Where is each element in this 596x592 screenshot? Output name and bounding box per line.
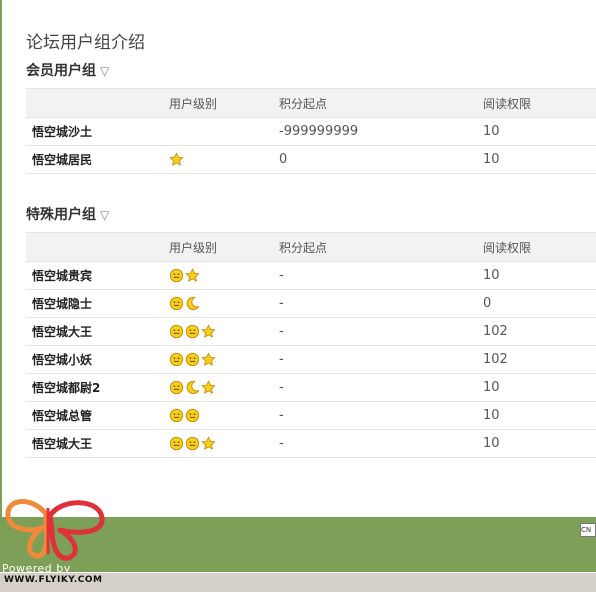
- read-permission: 102: [483, 317, 596, 346]
- points-start: 0: [279, 145, 483, 174]
- left-border: [0, 0, 2, 517]
- header-read-permission: 阅读权限: [483, 232, 596, 262]
- special-group-table: 用户级别 积分起点 阅读权限 悟空城贵宾 -10 悟空城隐士 -0 悟空城大王 -102 悟…: [26, 232, 596, 458]
- sun-icon: [169, 436, 184, 451]
- sun-icon: [185, 408, 200, 423]
- language-button[interactable]: CN: [580, 523, 596, 537]
- read-permission: 10: [483, 145, 596, 174]
- group-level-icons: [169, 401, 279, 430]
- sun-icon: [169, 324, 184, 339]
- table-row: 悟空城大王 -10: [26, 429, 596, 458]
- star-icon: [201, 352, 216, 367]
- member-group-title: 会员用户组: [26, 63, 96, 79]
- collapse-triangle-icon[interactable]: ▽: [100, 208, 109, 222]
- group-level-icons: [169, 117, 279, 146]
- star-icon: [185, 268, 200, 283]
- group-name: 悟空城沙土: [26, 117, 169, 146]
- sun-icon: [185, 436, 200, 451]
- site-url-text: WWW.FLYIKY.COM: [4, 575, 103, 585]
- group-level-icons: [169, 145, 279, 174]
- table-row: 悟空城沙土 -999999999 10: [26, 117, 596, 146]
- group-name: 悟空城隐士: [26, 289, 169, 318]
- member-group-table: 用户级别 积分起点 阅读权限 悟空城沙土 -999999999 10 悟空城居民 0 10: [26, 88, 596, 174]
- header-level: 用户级别: [169, 232, 279, 262]
- group-name: 悟空城都尉2: [26, 373, 169, 402]
- group-name: 悟空城小妖: [26, 345, 169, 374]
- read-permission: 102: [483, 345, 596, 374]
- points-start: -999999999: [279, 117, 483, 146]
- header-read-permission: 阅读权限: [483, 88, 596, 118]
- special-group-heading: 特殊用户组 ▽: [26, 204, 109, 224]
- table-row: 悟空城贵宾 -10: [26, 261, 596, 290]
- star-icon: [201, 436, 216, 451]
- table-row: 悟空城总管 -10: [26, 401, 596, 430]
- table-row: 悟空城大王 -102: [26, 317, 596, 346]
- sun-icon: [169, 352, 184, 367]
- group-name: 悟空城大王: [26, 429, 169, 458]
- group-name: 悟空城总管: [26, 401, 169, 430]
- header-level: 用户级别: [169, 88, 279, 118]
- sun-icon: [169, 296, 184, 311]
- points-start: -: [279, 261, 483, 290]
- star-icon: [201, 324, 216, 339]
- points-start: -: [279, 429, 483, 458]
- read-permission: 10: [483, 401, 596, 430]
- star-icon: [201, 380, 216, 395]
- points-start: -: [279, 373, 483, 402]
- points-start: -: [279, 401, 483, 430]
- read-permission: 0: [483, 289, 596, 318]
- table-header-row: 用户级别 积分起点 阅读权限: [26, 88, 596, 118]
- table-row: 悟空城隐士 -0: [26, 289, 596, 318]
- header-name: [26, 232, 169, 262]
- sun-icon: [169, 408, 184, 423]
- group-level-icons: [169, 317, 279, 346]
- table-row: 悟空城都尉2 -10: [26, 373, 596, 402]
- sun-icon: [185, 324, 200, 339]
- header-points: 积分起点: [279, 88, 483, 118]
- group-level-icons: [169, 429, 279, 458]
- read-permission: 10: [483, 117, 596, 146]
- sun-icon: [169, 268, 184, 283]
- group-name: 悟空城大王: [26, 317, 169, 346]
- group-level-icons: [169, 373, 279, 402]
- table-header-row: 用户级别 积分起点 阅读权限: [26, 232, 596, 262]
- header-name: [26, 88, 169, 118]
- moon-icon: [185, 380, 200, 395]
- star-icon: [169, 152, 184, 167]
- member-group-heading: 会员用户组 ▽: [26, 60, 109, 80]
- group-level-icons: [169, 345, 279, 374]
- sun-icon: [169, 380, 184, 395]
- special-group-title: 特殊用户组: [26, 207, 96, 223]
- group-level-icons: [169, 261, 279, 290]
- read-permission: 10: [483, 261, 596, 290]
- group-name: 悟空城居民: [26, 145, 169, 174]
- points-start: -: [279, 345, 483, 374]
- read-permission: 10: [483, 429, 596, 458]
- butterfly-logo: [5, 499, 105, 561]
- table-row: 悟空城居民 0 10: [26, 145, 596, 174]
- moon-icon: [185, 296, 200, 311]
- collapse-triangle-icon[interactable]: ▽: [100, 64, 109, 78]
- header-points: 积分起点: [279, 232, 483, 262]
- table-row: 悟空城小妖 -102: [26, 345, 596, 374]
- page-title: 论坛用户组介绍: [26, 33, 145, 53]
- group-name: 悟空城贵宾: [26, 261, 169, 290]
- points-start: -: [279, 317, 483, 346]
- group-level-icons: [169, 289, 279, 318]
- sun-icon: [185, 352, 200, 367]
- points-start: -: [279, 289, 483, 318]
- read-permission: 10: [483, 373, 596, 402]
